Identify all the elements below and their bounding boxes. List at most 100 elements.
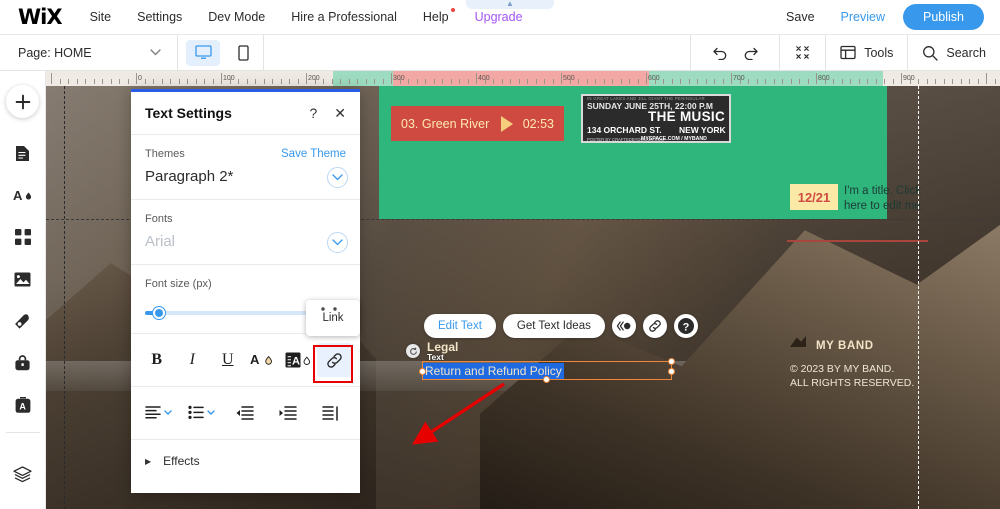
bold-button[interactable]: B [139,343,175,377]
text-align-button[interactable] [139,397,182,429]
sidebar-item-content-manager[interactable]: A [4,384,42,426]
rotate-handle[interactable] [406,344,420,358]
sidebar-item-pages[interactable] [4,132,42,174]
indent-button[interactable] [267,397,310,429]
menu-settings[interactable]: Settings [137,10,182,24]
ruler-tick [731,73,732,84]
resize-handle-right[interactable] [668,368,675,375]
list-style-button[interactable] [182,397,225,429]
resize-handle-bottom[interactable] [543,376,550,383]
animation-button[interactable] [611,314,636,338]
add-elements-button[interactable] [6,85,39,118]
help-button[interactable]: ? [673,314,698,338]
save-button[interactable]: Save [786,10,815,24]
ruler-tick [153,79,154,84]
sidebar-item-business[interactable] [4,342,42,384]
menu-hire-a-professional[interactable]: Hire a Professional [291,10,397,24]
poster-title: THE MUSIC [648,109,725,124]
highlight-color-button[interactable]: A [281,343,317,377]
sidebar-item-layers[interactable] [4,453,42,495]
menu-site[interactable]: Site [90,10,112,24]
desktop-view-button[interactable] [186,39,220,66]
save-theme-link[interactable]: Save Theme [281,148,346,160]
play-icon[interactable] [501,115,514,132]
chevron-down-icon [150,47,161,59]
resize-handle-top-right[interactable] [668,358,675,365]
ruler-tick [331,79,333,84]
tooltip-dots-icon [321,307,337,311]
menu-dev-mode[interactable]: Dev Mode [208,10,265,24]
link-button[interactable] [316,343,352,377]
zoom-out-button[interactable] [779,34,825,71]
page-selector[interactable]: Page: HOME [0,34,178,71]
ruler-tick [450,79,452,84]
publish-button[interactable]: Publish [903,4,984,30]
ruler-tick [493,79,494,84]
resize-handle-left[interactable] [419,368,426,375]
panel-help-icon[interactable]: ? [309,105,317,121]
ruler-tick [850,79,851,84]
ruler-tick [221,73,222,84]
svg-text:A: A [13,188,23,203]
ruler-label: 200 [308,75,320,82]
event-date-badge[interactable]: 12/21 [790,184,838,210]
ruler-tick [255,79,256,84]
link-tooltip-label: Link [322,312,344,324]
menu-help[interactable]: Help [423,8,455,24]
desktop-icon [194,45,212,59]
link-button[interactable] [642,314,667,338]
preview-button[interactable]: Preview [841,10,885,24]
event-title-text[interactable]: I'm a title, Click here to edit me. [844,184,940,214]
ruler-tick [170,79,171,84]
ruler-tick [977,79,979,84]
ruler-tick [858,79,860,84]
ruler-label: 800 [818,75,830,82]
sidebar-item-site-design[interactable]: A [4,174,42,216]
ruler-label: 100 [223,75,235,82]
text-settings-panel[interactable]: Text Settings ? ✕ Themes Save Theme Para… [131,89,360,493]
tools-button[interactable]: Tools [825,34,907,71]
panel-close-icon[interactable]: ✕ [334,105,346,122]
collapse-toolbar-tab[interactable]: ▲ [466,0,554,9]
top-nav: Site Settings Dev Mode Hire a Profession… [90,8,549,24]
effects-section[interactable]: ▶ Effects [131,440,360,482]
selected-text-element[interactable]: Return and Refund Policy [419,358,675,383]
themes-dropdown-button[interactable] [327,167,348,188]
slider-knob[interactable] [153,307,165,319]
ruler-tick [688,79,690,84]
music-player-track[interactable]: 03. Green River 02:53 [391,106,564,141]
ruler-tick [680,79,681,84]
ruler-tick [586,79,588,84]
footer-copyright[interactable]: © 2023 BY MY BAND. ALL RIGHTS RESERVED. [790,362,914,390]
sidebar-item-app-market[interactable] [4,216,42,258]
outdent-button[interactable] [224,397,267,429]
get-text-ideas-button[interactable]: Get Text Ideas [502,314,605,338]
undo-button[interactable] [705,38,735,68]
text-direction-button[interactable] [309,397,352,429]
mobile-view-button[interactable] [226,40,260,66]
wix-logo[interactable]: WiX [18,5,63,29]
mobile-icon [237,44,249,61]
rotate-icon [409,347,417,355]
italic-button[interactable]: I [175,343,211,377]
ruler-tick [663,79,664,84]
text-color-button[interactable]: A [246,343,282,377]
edit-text-button[interactable]: Edit Text [424,314,496,338]
menu-upgrade[interactable]: Upgrade [475,10,523,24]
search-button[interactable]: Search [907,34,1000,71]
bold-glyph: B [151,351,163,368]
sidebar-item-blog[interactable] [4,300,42,342]
redo-button[interactable] [735,38,765,68]
panel-header: Text Settings ? ✕ [131,92,360,135]
sidebar-item-my-uploads[interactable] [4,258,42,300]
horizontal-ruler[interactable]: 0 100 200 300 400 500 600 700 800 900 [46,71,1000,86]
ruler-tick [833,79,834,84]
ruler-tick [467,79,469,84]
ruler-tick [272,79,273,84]
ruler-tick [68,79,69,84]
concert-poster-image[interactable]: IN GREAT LAKES AND JILL GIANT THE PENINS… [581,94,731,143]
fonts-dropdown-button[interactable] [327,232,348,253]
ruler-label: 700 [733,75,745,82]
underline-button[interactable]: U [210,343,246,377]
footer-brand-title[interactable]: MY BAND [816,340,874,352]
